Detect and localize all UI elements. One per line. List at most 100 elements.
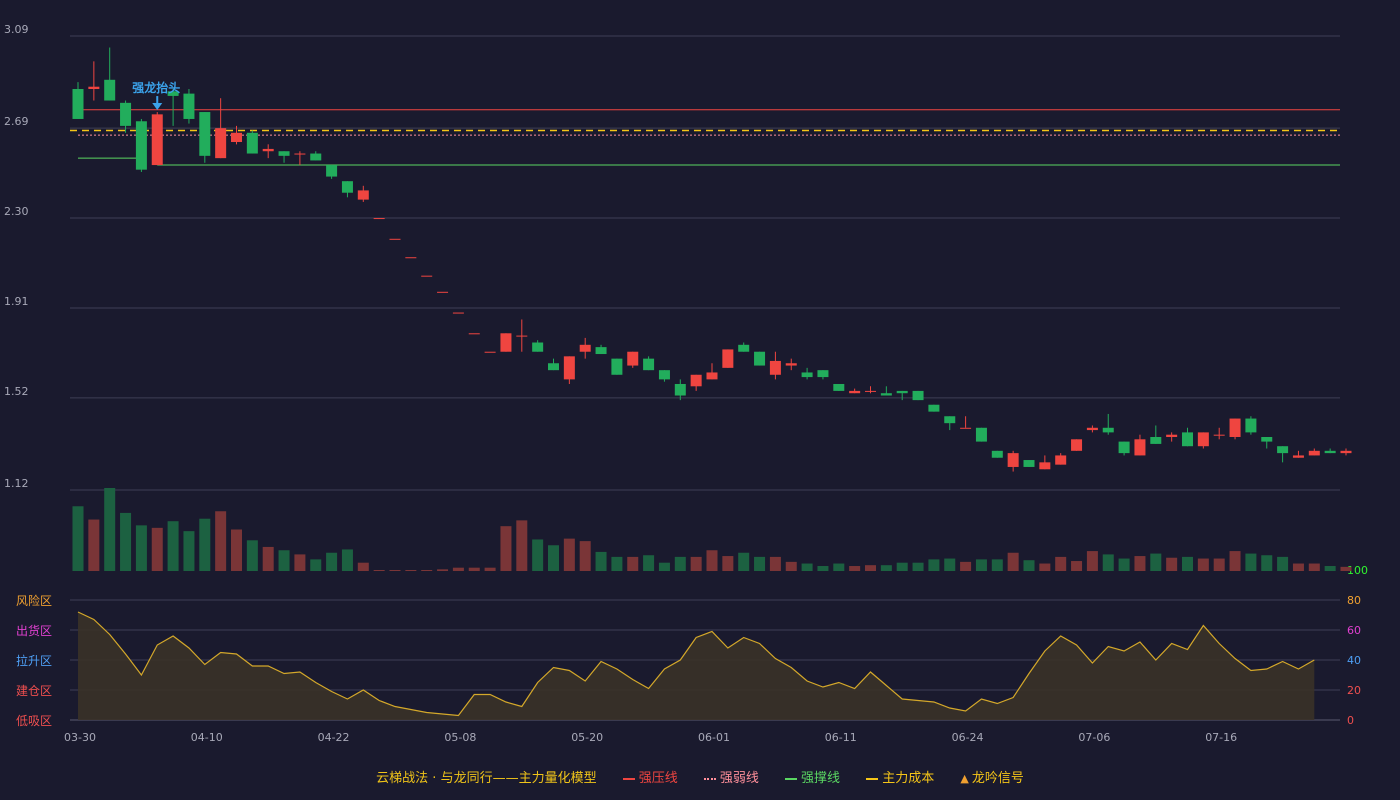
candle-body [72, 89, 84, 119]
legend-resistance[interactable]: 强压线 [622, 767, 678, 786]
legend-resistance-label: 强压线 [638, 771, 678, 786]
signal-annotation: 强龙抬头 [132, 80, 180, 95]
volume-bar [769, 556, 781, 571]
volume-bar [738, 552, 750, 571]
candle-body [627, 351, 639, 366]
x-tick-label: 06-11 [825, 731, 857, 744]
legend-signal[interactable]: ▲ 龙吟信号 [960, 767, 1023, 786]
volume-bar [674, 556, 686, 571]
volume-bar [373, 570, 385, 571]
volume-bar [579, 541, 591, 571]
candle-body [262, 148, 274, 152]
indicator-tick-label: 20 [1347, 684, 1361, 697]
volume-bar [183, 531, 195, 571]
volume-bar [120, 512, 132, 571]
candle-body [738, 344, 750, 352]
candle-body [484, 351, 496, 353]
candle-body [928, 404, 940, 412]
x-tick-label: 05-20 [571, 731, 603, 744]
volume-bar [928, 559, 940, 571]
candle-body [548, 363, 559, 371]
volume-bar [1086, 551, 1098, 571]
candle-body [643, 358, 655, 371]
x-tick-label: 07-06 [1078, 731, 1110, 744]
x-tick-label: 07-16 [1205, 731, 1237, 744]
candle-body [817, 370, 829, 378]
volume-bar [151, 527, 163, 571]
volume-bar [865, 565, 876, 571]
volume-bar [975, 559, 987, 571]
volume-bar [1102, 554, 1114, 571]
indicator-tick-label: 0 [1347, 714, 1354, 727]
volume-bar [643, 555, 655, 571]
candle-body [1324, 450, 1336, 454]
legend-cost[interactable]: 主力成本 [866, 767, 934, 786]
volume-bar [262, 546, 274, 571]
candle-body [801, 372, 813, 378]
indicator-tick-label: 40 [1347, 654, 1361, 667]
volume-bar [215, 511, 227, 571]
volume-bar [1324, 566, 1336, 571]
legend-support[interactable]: 强撑线 [785, 767, 840, 786]
volume-bar [944, 558, 956, 571]
candle-body [389, 238, 401, 240]
candle-body [1150, 436, 1162, 444]
volume-bar [1039, 563, 1051, 571]
indicator-tick-label: 60 [1347, 624, 1361, 637]
support-swatch [785, 777, 798, 780]
weak-swatch [703, 777, 716, 780]
candle-body [88, 86, 100, 90]
candle-body [1340, 450, 1352, 454]
price-tick-label: 2.69 [4, 115, 29, 128]
volume-bar [912, 562, 924, 571]
candle-body [1086, 427, 1098, 431]
zone-label-low-buy: 低吸区 [16, 714, 53, 728]
x-tick-label: 03-30 [64, 731, 96, 744]
legend-support-label: 强撑线 [801, 771, 841, 786]
candle-body [1308, 450, 1320, 456]
volume-bar [500, 526, 512, 571]
candle-body [960, 427, 972, 429]
volume-bar [722, 556, 734, 571]
candle-body [468, 333, 480, 335]
candle-body [1245, 418, 1257, 433]
candle-body [246, 132, 258, 154]
volume-bar [1118, 558, 1130, 571]
price-tick-label: 1.52 [4, 385, 29, 398]
volume-bar [1197, 558, 1209, 571]
candle-body [278, 151, 290, 156]
candle-body [706, 372, 718, 380]
candle-body [1292, 455, 1304, 458]
volume-bar [199, 518, 211, 571]
volume-bar [595, 551, 607, 571]
volume-bar [1007, 552, 1019, 571]
candle-body [405, 257, 417, 259]
volume-bar [437, 569, 449, 571]
candle-body [1055, 455, 1067, 465]
candle-body [357, 190, 369, 200]
candle-body [1102, 427, 1114, 433]
candle-body [674, 383, 686, 396]
candle-body [880, 393, 892, 396]
volume-bar [1229, 551, 1241, 571]
volume-bar [785, 561, 797, 571]
legend-signal-label: 龙吟信号 [971, 771, 1024, 786]
volume-bar [294, 554, 306, 571]
volume-bar [690, 556, 702, 571]
candle-body [326, 165, 338, 177]
legend-weak[interactable]: 强弱线 [703, 767, 759, 786]
volume-bar [468, 567, 480, 571]
candle-body [690, 374, 702, 387]
candle-body [579, 344, 591, 352]
candle-body [341, 181, 353, 193]
volume-bar [849, 566, 861, 571]
candle-body [865, 390, 876, 392]
volume-bar [405, 570, 417, 571]
indicator-tick-label: 80 [1347, 594, 1361, 607]
volume-bar [135, 525, 147, 571]
x-tick-label: 06-01 [698, 731, 730, 744]
volume-bar [706, 550, 718, 571]
price-tick-label: 1.91 [4, 295, 29, 308]
volume-bar [452, 567, 464, 571]
volume-bar [1166, 557, 1178, 571]
